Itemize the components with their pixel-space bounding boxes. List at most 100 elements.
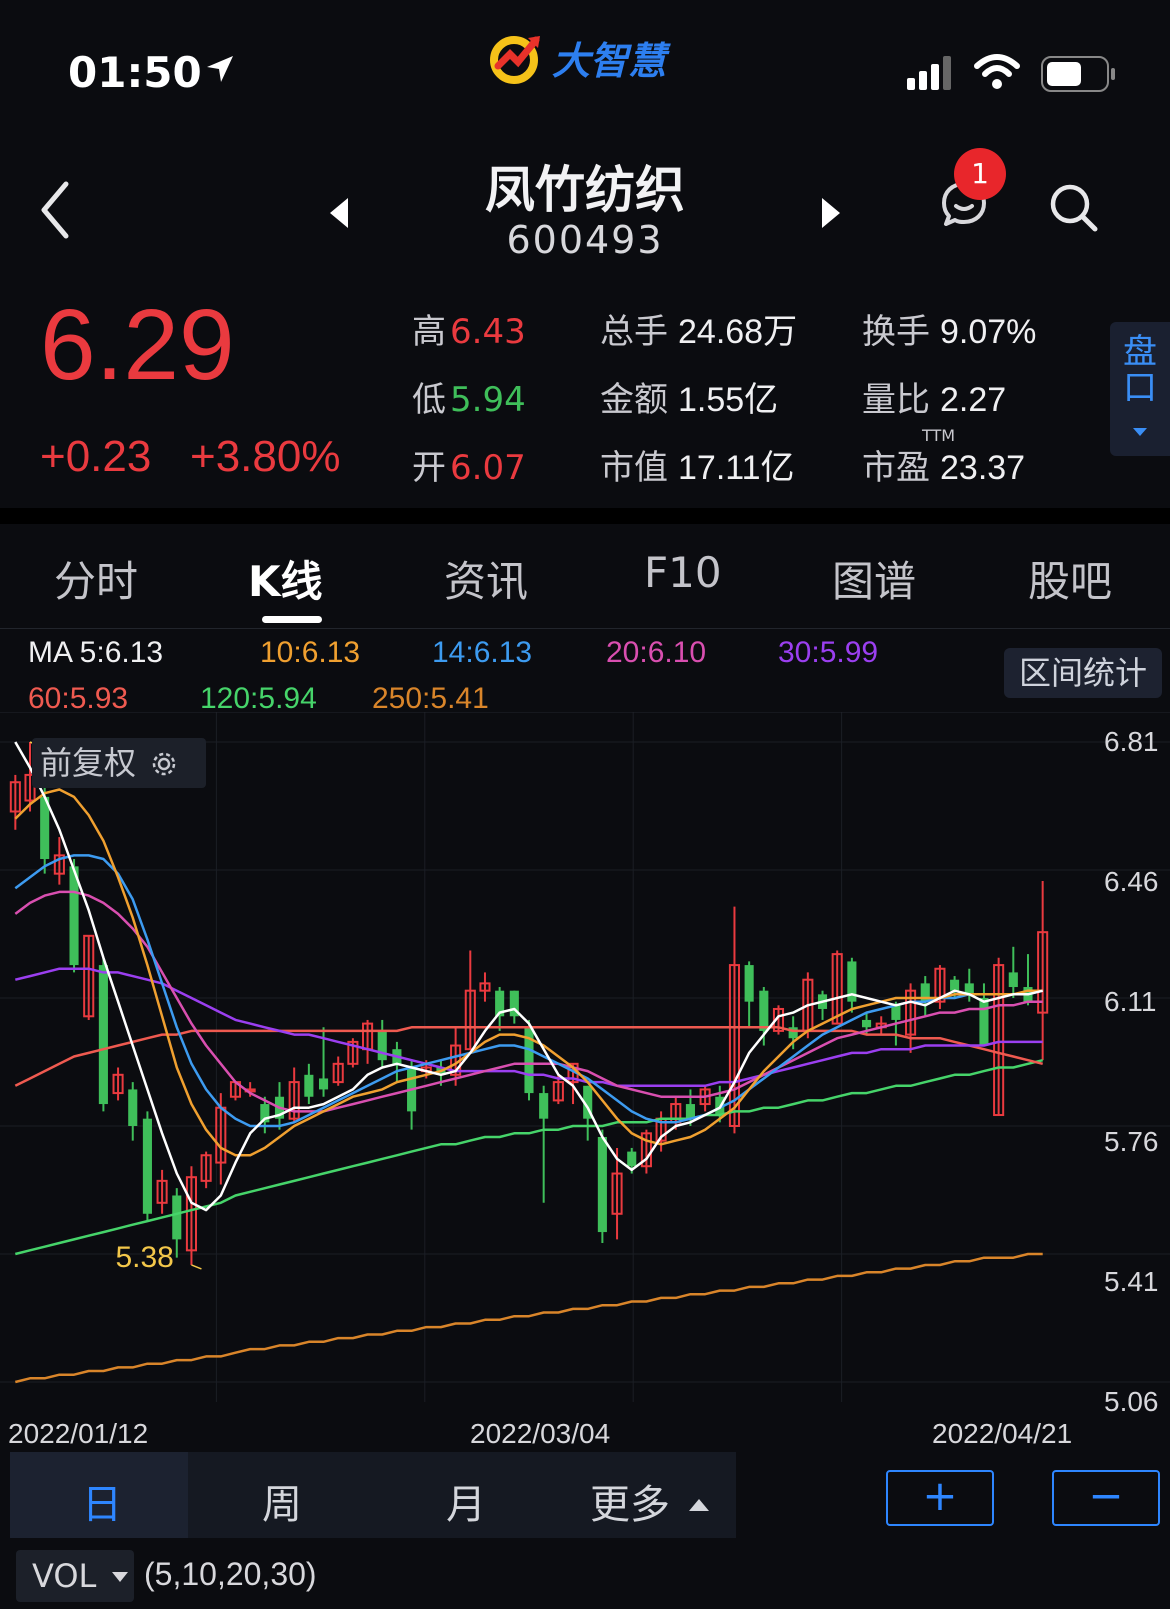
back-button[interactable] (36, 180, 76, 240)
high-label: 高 (412, 312, 446, 352)
candle-body (377, 1030, 387, 1061)
triangle-left-icon (330, 198, 348, 228)
indicator-select[interactable]: VOL (16, 1550, 134, 1602)
vol-ratio-stat: 量比 2.27 (862, 372, 1006, 421)
candle-body (142, 1118, 152, 1214)
amount-label: 金额 (600, 380, 668, 420)
ma5-line (14, 741, 1043, 1212)
open-value: 6.07 (450, 448, 526, 488)
y-tick-label: 5.41 (1104, 1266, 1159, 1297)
ma14-legend: 14:6.13 (432, 636, 533, 669)
tab-kline[interactable]: K线 (248, 548, 323, 609)
turnover-stat: 换手 9.07% (862, 304, 1036, 353)
search-button[interactable] (1048, 182, 1100, 234)
wifi-icon (974, 54, 1020, 89)
gear-icon (152, 752, 176, 776)
ma60-legend: 60:5.93 (28, 682, 129, 715)
candle-body (597, 1136, 607, 1233)
open-stat: 开 6.07 (412, 440, 526, 489)
mktcap-value: 17.11亿 (678, 449, 795, 487)
y-tick-label: 5.06 (1104, 1386, 1159, 1417)
prev-stock-button[interactable] (326, 196, 350, 230)
x-tick-label: 2022/01/12 (8, 1418, 149, 1449)
candle-body (1008, 972, 1018, 988)
pe-value: 23.37 (940, 449, 1026, 487)
signal-icon (907, 56, 951, 90)
period-month-button[interactable]: 月 (446, 1472, 486, 1530)
low-value: 5.94 (450, 380, 526, 420)
active-tab-indicator (262, 616, 322, 623)
candle-body (627, 1151, 637, 1167)
candle-body (128, 1089, 138, 1126)
zoom-in-button[interactable]: + (886, 1470, 994, 1526)
candle-body (98, 965, 108, 1105)
candle-body (318, 1078, 329, 1090)
location-arrow-icon (207, 56, 233, 82)
high-stat: 高 6.43 (412, 304, 526, 353)
candle-body (539, 1093, 549, 1119)
y-tick-label: 6.46 (1104, 866, 1159, 897)
tab-intraday[interactable]: 分时 (54, 548, 138, 609)
candle-body (861, 1019, 872, 1028)
tab-forum[interactable]: 股吧 (1028, 548, 1112, 609)
period-day-label[interactable]: 日 (82, 1472, 122, 1530)
price-change: +0.23 (40, 432, 152, 481)
section-divider (0, 508, 1170, 524)
pe-label: 市盈 (862, 448, 930, 488)
ma10-legend: 10:6.13 (260, 636, 361, 669)
candle-body (759, 990, 769, 1031)
panel-label-1: 盘 (1123, 332, 1157, 372)
kline-chart[interactable]: 6.81 5.38 (0, 712, 1170, 1412)
y-tick-label: 6.81 (1104, 726, 1159, 757)
period-more-button[interactable]: 更多 (590, 1472, 711, 1530)
y-tick-label: 6.11 (1104, 986, 1157, 1017)
adjust-label: 前复权 (40, 744, 137, 782)
indicator-params: (5,10,20,30) (144, 1556, 317, 1592)
price-change-pct: +3.80% (190, 432, 341, 481)
period-low-label: 5.38 (115, 1241, 173, 1274)
volume-label: 总手 (600, 312, 668, 352)
low-stat: 低 5.94 (412, 372, 526, 421)
y-tick-label: 5.76 (1104, 1126, 1159, 1157)
tabs-divider (0, 628, 1170, 629)
x-tick-label: 2022/03/04 (470, 1418, 611, 1449)
tab-news[interactable]: 资讯 (444, 548, 528, 609)
volume-stat: 总手 24.68万 (600, 304, 797, 353)
high-value: 6.43 (450, 312, 526, 352)
candle-body (304, 1074, 314, 1097)
open-label: 开 (412, 448, 446, 488)
pe-stat: 市盈 23.37 (862, 440, 1025, 489)
stock-code: 600493 (506, 218, 664, 262)
tab-graph[interactable]: 图谱 (832, 548, 916, 609)
low-label: 低 (412, 380, 446, 420)
candle-body (979, 998, 989, 1046)
vol-ratio-value: 2.27 (940, 381, 1007, 419)
logo-text: 大智慧 (552, 39, 667, 83)
low-marker-line (191, 1264, 202, 1270)
next-stock-button[interactable] (820, 196, 844, 230)
volume-value: 24.68万 (678, 313, 798, 351)
x-tick-label: 2022/04/21 (932, 1418, 1073, 1449)
amount-stat: 金额 1.55亿 (600, 372, 778, 421)
ma5-legend: MA 5:6.13 (28, 636, 164, 669)
candle-body (891, 1005, 901, 1020)
mktcap-label: 市值 (600, 448, 668, 488)
tab-f10[interactable]: F10 (644, 548, 722, 597)
order-book-panel-button[interactable]: 盘 口 (1110, 322, 1170, 456)
candle-body (950, 979, 960, 991)
zoom-out-button[interactable]: − (1052, 1470, 1160, 1526)
price-adjust-button[interactable]: 前复权 (32, 738, 206, 788)
period-more-label: 更多 (590, 1482, 670, 1528)
ma120-legend: 120:5.94 (200, 682, 317, 715)
period-week-button[interactable]: 周 (262, 1472, 302, 1530)
turnover-label: 换手 (862, 312, 930, 352)
ma250-legend: 250:5.41 (372, 682, 489, 715)
app-logo: 大智慧 (488, 30, 666, 85)
turnover-value: 9.07% (940, 313, 1037, 351)
caret-up-icon (688, 1499, 709, 1511)
caret-down-icon (111, 1572, 128, 1582)
mktcap-stat: 市值 17.11亿 (600, 440, 795, 489)
range-stats-button[interactable]: 区间统计 (1004, 648, 1162, 698)
status-time: 01:50 (68, 48, 202, 97)
notification-badge: 1 (954, 148, 1006, 200)
